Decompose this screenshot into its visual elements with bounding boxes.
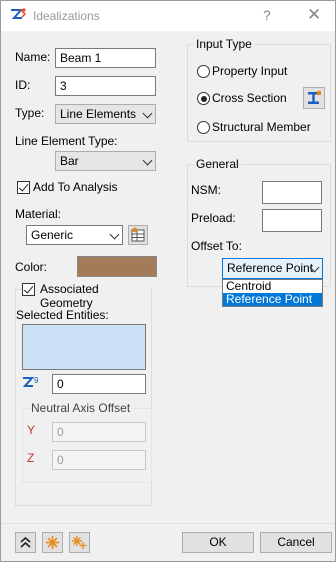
chevron-down-icon xyxy=(109,229,120,240)
title-bar: Idealizations ? ✕ xyxy=(1,1,335,31)
id-field[interactable]: 3 xyxy=(55,76,156,96)
y-axis-label: Y xyxy=(27,423,36,437)
type-select[interactable]: Line Elements xyxy=(55,104,156,124)
add-to-analysis-label: Add To Analysis xyxy=(33,180,118,194)
type-label: Type: xyxy=(15,106,45,120)
material-table-icon xyxy=(131,227,145,242)
svg-text:9: 9 xyxy=(34,376,39,385)
associated-geometry-label: Associated Geometry xyxy=(22,282,151,310)
offset-to-value: Reference Point xyxy=(227,261,314,275)
line-element-type-select[interactable]: Bar xyxy=(55,151,156,171)
input-type-label: Input Type xyxy=(194,37,254,51)
offset-to-dropdown: Centroid Reference Point xyxy=(222,279,323,307)
name-field[interactable]: Beam 1 xyxy=(55,48,156,68)
collapse-button[interactable] xyxy=(15,532,36,553)
ok-button[interactable]: OK xyxy=(182,532,254,553)
selected-entities-label: Selected Entities: xyxy=(16,308,109,322)
color-swatch[interactable] xyxy=(77,256,157,277)
selected-entities-list[interactable] xyxy=(22,324,146,370)
name-label: Name: xyxy=(15,50,51,64)
offset-to-select[interactable]: Reference Point xyxy=(222,258,323,279)
window-title: Idealizations xyxy=(33,9,100,23)
cancel-button[interactable]: Cancel xyxy=(260,532,332,553)
neutral-axis-offset-group: Neutral Axis Offset xyxy=(22,401,152,483)
neutral-axis-offset-label: Neutral Axis Offset xyxy=(29,401,133,415)
explode-all-button[interactable] xyxy=(69,532,90,553)
preload-field[interactable] xyxy=(262,209,322,232)
footer-divider xyxy=(1,523,335,524)
idealizations-app-icon xyxy=(11,8,27,19)
material-select[interactable]: Generic xyxy=(26,225,123,245)
close-button[interactable]: ✕ xyxy=(307,5,321,25)
property-input-radio[interactable] xyxy=(197,65,210,78)
cross-section-editor-button[interactable] xyxy=(303,87,325,109)
chevron-down-icon xyxy=(142,108,153,119)
preload-label: Preload: xyxy=(191,211,236,225)
color-label: Color: xyxy=(15,260,48,274)
chevron-down-icon xyxy=(142,155,153,166)
type-select-value: Line Elements xyxy=(60,107,137,121)
add-to-analysis-checkbox[interactable] xyxy=(17,181,30,194)
entity-select-icon[interactable]: 9 xyxy=(21,375,41,393)
entity-count-field[interactable]: 0 xyxy=(52,374,146,394)
idealizations-dialog: Idealizations ? ✕ Name: Beam 1 ID: 3 Typ… xyxy=(0,0,336,562)
structural-member-radio[interactable] xyxy=(197,121,210,134)
i-beam-icon xyxy=(308,91,321,104)
help-button[interactable]: ? xyxy=(263,7,271,23)
z-axis-label: Z xyxy=(27,451,35,465)
sparkle-icon xyxy=(46,536,59,549)
material-select-value: Generic xyxy=(31,228,74,242)
material-editor-button[interactable] xyxy=(128,225,148,245)
double-chevron-up-icon xyxy=(20,536,31,548)
z-offset-field[interactable]: 0 xyxy=(52,450,146,470)
nsm-field[interactable] xyxy=(262,181,322,204)
line-element-type-label: Line Element Type: xyxy=(15,134,118,148)
structural-member-label: Structural Member xyxy=(212,120,311,134)
offset-to-label: Offset To: xyxy=(191,239,242,253)
offset-option-reference-point[interactable]: Reference Point xyxy=(223,293,322,306)
multi-sparkle-icon xyxy=(72,536,87,549)
associated-geometry-checkbox[interactable] xyxy=(22,283,35,296)
cross-section-radio[interactable] xyxy=(197,92,210,105)
cross-section-label: Cross Section xyxy=(212,91,287,105)
property-input-label: Property Input xyxy=(212,64,288,78)
id-label: ID: xyxy=(15,78,31,92)
line-element-type-value: Bar xyxy=(60,154,79,168)
nsm-label: NSM: xyxy=(191,183,221,197)
y-offset-field[interactable]: 0 xyxy=(52,422,146,442)
general-label: General xyxy=(194,157,241,171)
explode-button[interactable] xyxy=(42,532,63,553)
material-label: Material: xyxy=(15,207,62,221)
